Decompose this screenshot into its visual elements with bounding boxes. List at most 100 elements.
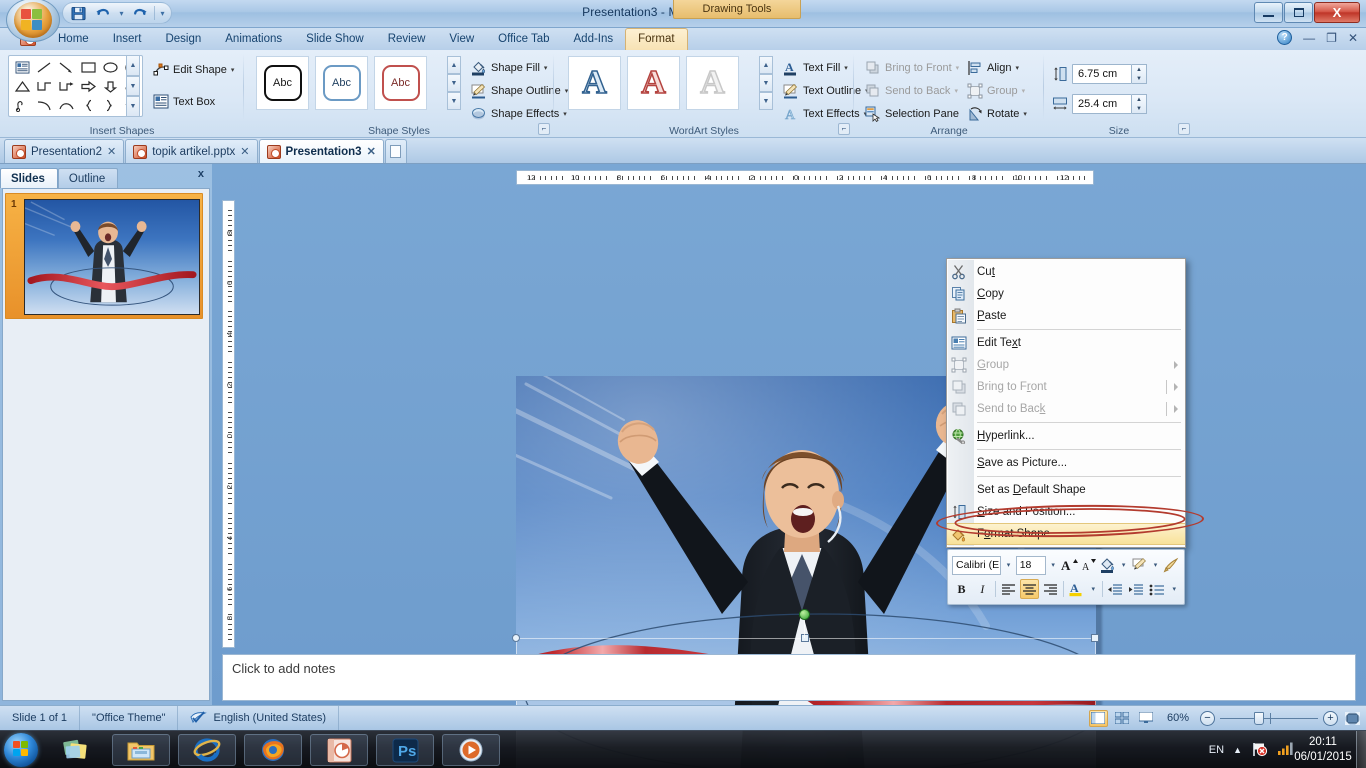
send-to-back-caret-icon[interactable]: ▾ bbox=[954, 87, 958, 95]
context-menu-item-edit-text[interactable]: Edit Text bbox=[947, 332, 1185, 354]
help-icon[interactable]: ? bbox=[1277, 30, 1293, 45]
view-slide-sorter-button[interactable] bbox=[1113, 710, 1132, 727]
customize-quick-access-icon[interactable]: ▾ bbox=[158, 9, 167, 18]
wordart-dialog-launcher[interactable]: ⌐ bbox=[838, 123, 850, 135]
shape-styles-scroll-down-icon[interactable]: ▼ bbox=[447, 74, 461, 92]
save-icon[interactable] bbox=[67, 4, 89, 23]
gallery-scroll-up-icon[interactable]: ▲ bbox=[126, 55, 140, 76]
align-center-button[interactable] bbox=[1019, 579, 1039, 599]
minimize-button[interactable] bbox=[1254, 2, 1283, 23]
taskbar-item-internet-explorer[interactable] bbox=[178, 734, 236, 766]
rotate-caret-icon[interactable]: ▾ bbox=[1023, 110, 1027, 118]
shape-style-blue[interactable]: Abc bbox=[315, 56, 368, 110]
shapes-gallery-scroll[interactable]: ▲ ▼ ▼ bbox=[126, 55, 140, 118]
wordart-scroll-up-icon[interactable]: ▲ bbox=[759, 56, 773, 74]
taskbar-item-photoshop[interactable]: Ps bbox=[376, 734, 434, 766]
shape-arrow[interactable] bbox=[55, 58, 77, 77]
taskbar-item-explorer[interactable] bbox=[112, 734, 170, 766]
selection-handle-top-center[interactable] bbox=[801, 634, 809, 642]
taskbar-item-firefox[interactable] bbox=[244, 734, 302, 766]
doc-tab-presentation2[interactable]: Presentation2 ✕ bbox=[4, 139, 125, 163]
wordart-more-icon[interactable]: ▼ bbox=[759, 92, 773, 110]
status-zoom-level[interactable]: 60% bbox=[1161, 712, 1195, 724]
shape-styles-scroll[interactable]: ▲ ▼ ▼ bbox=[447, 56, 461, 110]
shape-height-spinner[interactable]: ▲ ▼ bbox=[1132, 64, 1147, 84]
align-caret-icon[interactable]: ▾ bbox=[1015, 64, 1019, 72]
pane-tab-slides[interactable]: Slides bbox=[0, 168, 58, 188]
pane-tab-outline[interactable]: Outline bbox=[57, 168, 119, 188]
selection-handle-top-right[interactable] bbox=[1091, 634, 1099, 642]
shape-curve[interactable] bbox=[33, 96, 55, 115]
shape-fill-button[interactable]: Shape Fill ▾ bbox=[468, 58, 550, 78]
tab-design[interactable]: Design bbox=[153, 29, 213, 50]
doc-tab-close-icon[interactable]: ✕ bbox=[240, 145, 249, 158]
undo-dropdown-icon[interactable]: ▾ bbox=[117, 9, 126, 18]
shape-height-input[interactable]: 6.75 cm bbox=[1072, 64, 1132, 84]
tab-add-ins[interactable]: Add-Ins bbox=[562, 29, 626, 50]
context-menu-item-hyperlink[interactable]: Hyperlink... bbox=[947, 425, 1185, 447]
shape-style-black[interactable]: Abc bbox=[256, 56, 309, 110]
tab-slide-show[interactable]: Slide Show bbox=[294, 29, 376, 50]
send-to-back-button[interactable]: Send to Back ▾ bbox=[862, 81, 961, 101]
align-button[interactable]: Align ▾ bbox=[964, 58, 1022, 78]
shape-styles-more-icon[interactable]: ▼ bbox=[447, 92, 461, 110]
new-document-button[interactable] bbox=[384, 139, 407, 163]
shape-fill-dropdown-icon[interactable]: ▾ bbox=[1118, 561, 1128, 569]
status-slide-count[interactable]: Slide 1 of 1 bbox=[0, 705, 81, 731]
show-desktop-button[interactable] bbox=[1356, 731, 1366, 768]
shape-outline-button[interactable] bbox=[1131, 555, 1148, 575]
font-color-button[interactable]: A bbox=[1067, 579, 1086, 599]
maximize-button[interactable] bbox=[1284, 2, 1313, 23]
gallery-more-icon[interactable]: ▼ bbox=[126, 96, 140, 118]
shape-width-spinner[interactable]: ▲ ▼ bbox=[1132, 94, 1147, 114]
restore-window-icon[interactable]: ❐ bbox=[1326, 31, 1337, 45]
bold-button[interactable]: B bbox=[952, 579, 971, 599]
shape-styles-scroll-up-icon[interactable]: ▲ bbox=[447, 56, 461, 74]
context-menu-item-save-as-picture[interactable]: Save as Picture... bbox=[947, 452, 1185, 474]
context-menu-item-cut[interactable]: Cut bbox=[947, 261, 1185, 283]
shape-down-arrow[interactable] bbox=[99, 77, 121, 96]
gallery-scroll-down-icon[interactable]: ▼ bbox=[126, 75, 140, 97]
tab-review[interactable]: Review bbox=[376, 29, 438, 50]
shape-outline-dropdown-icon[interactable]: ▾ bbox=[1150, 561, 1160, 569]
shape-scribble[interactable] bbox=[11, 96, 33, 115]
grow-font-button[interactable]: A bbox=[1060, 555, 1078, 575]
slide-thumbnails-list[interactable]: 1 bbox=[2, 188, 210, 701]
spin-up-icon[interactable]: ▲ bbox=[1136, 67, 1142, 73]
doc-tab-topik-artikel[interactable]: topik artikel.pptx ✕ bbox=[125, 139, 258, 163]
context-menu-item-size-and-position[interactable]: Size and Position... bbox=[947, 501, 1185, 523]
font-color-dropdown-icon[interactable]: ▾ bbox=[1088, 585, 1099, 593]
taskbar-item-media-player[interactable] bbox=[442, 734, 500, 766]
view-normal-button[interactable] bbox=[1088, 709, 1108, 727]
shape-oval[interactable] bbox=[99, 58, 121, 77]
shape-right-brace[interactable] bbox=[99, 96, 121, 115]
shape-width-input[interactable]: 25.4 cm bbox=[1072, 94, 1132, 114]
shape-left-brace[interactable] bbox=[77, 96, 99, 115]
zoom-in-button[interactable]: + bbox=[1323, 710, 1338, 726]
size-dialog-launcher[interactable]: ⌐ bbox=[1178, 123, 1190, 135]
edit-shape-button[interactable]: Edit Shape ▾ bbox=[150, 60, 237, 80]
group-caret-icon[interactable]: ▾ bbox=[1022, 87, 1026, 95]
context-menu-item-set-as-default-shape[interactable]: Set as Default Shape bbox=[947, 479, 1185, 501]
text-box-button[interactable]: Text Box bbox=[150, 92, 218, 112]
text-fill-caret-icon[interactable]: ▾ bbox=[844, 64, 848, 72]
taskbar-show-desktop-peek[interactable] bbox=[48, 734, 106, 766]
minimize-ribbon-icon[interactable]: — bbox=[1303, 31, 1315, 45]
selection-pane-button[interactable]: Selection Pane bbox=[862, 104, 962, 124]
text-fill-button[interactable]: A Text Fill ▾ bbox=[780, 58, 851, 78]
wordart-style-red[interactable]: A bbox=[627, 56, 680, 110]
shape-fill-caret-icon[interactable]: ▾ bbox=[544, 64, 548, 72]
bring-to-front-caret-icon[interactable]: ▾ bbox=[956, 64, 960, 72]
taskbar-clock[interactable]: 20:11 06/01/2015 bbox=[1294, 735, 1352, 765]
slide-thumbnail-1[interactable]: 1 bbox=[5, 193, 203, 319]
format-painter-button[interactable] bbox=[1163, 555, 1180, 575]
undo-icon[interactable] bbox=[92, 4, 114, 23]
shape-styles-gallery[interactable]: Abc Abc Abc bbox=[256, 56, 427, 110]
shrink-font-button[interactable]: A bbox=[1080, 555, 1097, 575]
shape-text-box[interactable] bbox=[11, 58, 33, 77]
taskbar-item-powerpoint[interactable] bbox=[310, 734, 368, 766]
shape-arc[interactable] bbox=[55, 96, 77, 115]
rotation-handle[interactable] bbox=[799, 609, 810, 620]
close-document-icon[interactable]: ✕ bbox=[1348, 31, 1358, 45]
tab-view[interactable]: View bbox=[437, 29, 486, 50]
